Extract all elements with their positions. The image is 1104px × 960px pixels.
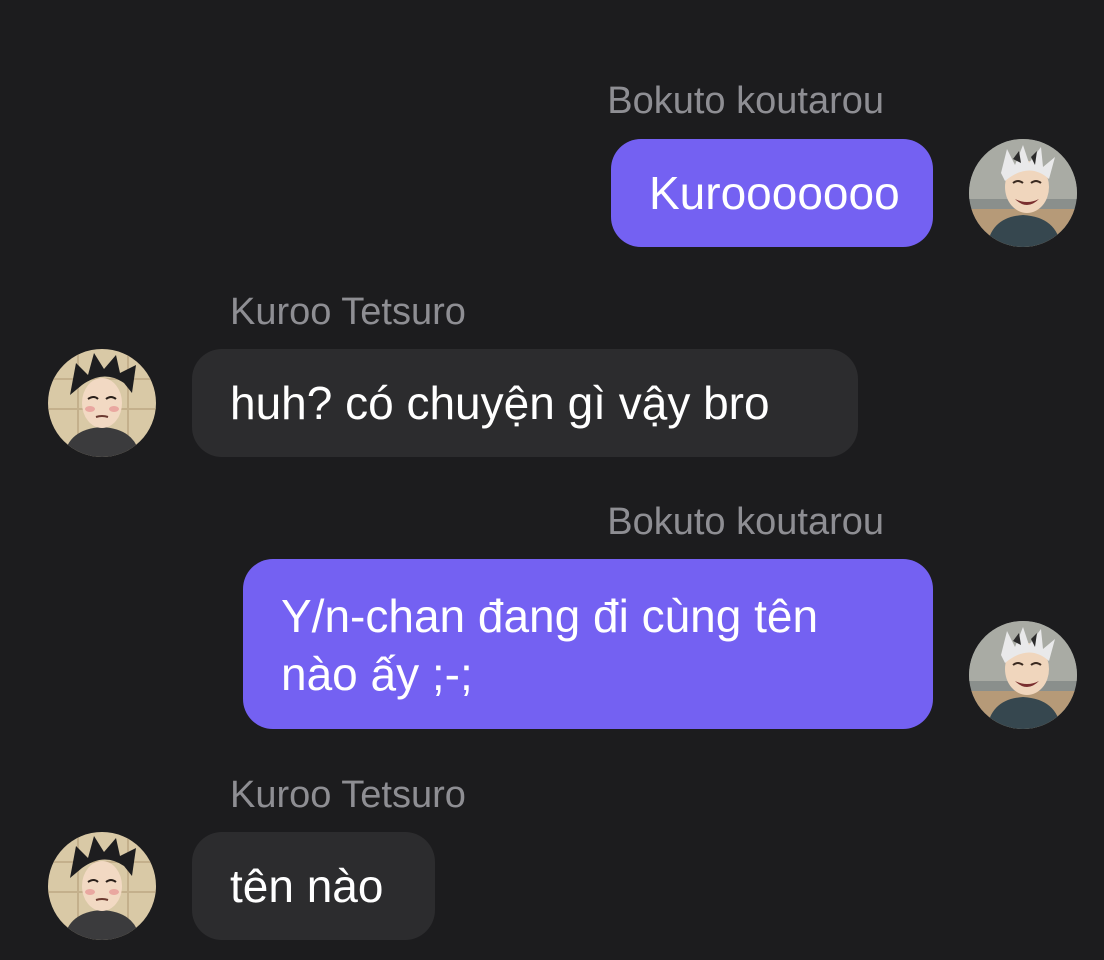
kuroo-avatar-image <box>48 832 156 940</box>
bokuto-avatar[interactable] <box>969 621 1077 729</box>
kuroo-avatar[interactable] <box>48 832 156 940</box>
message-text: huh? có chuyện gì vậy bro <box>230 377 770 429</box>
message-text: Kurooooooo <box>649 167 900 219</box>
message-bubble-incoming[interactable]: tên nào <box>192 832 435 940</box>
message-bubble-outgoing[interactable]: Y/n-chan đang đi cùng tên nào ấy ;-; <box>243 559 933 729</box>
message-text-line: Y/n-chan đang đi cùng tên <box>281 590 819 642</box>
sender-name: Bokuto koutarou <box>607 501 884 543</box>
message-bubble-outgoing[interactable]: Kurooooooo <box>611 139 933 247</box>
kuroo-avatar[interactable] <box>48 349 156 457</box>
bokuto-avatar-image <box>969 139 1077 247</box>
bokuto-avatar-image <box>969 621 1077 729</box>
message-text: tên nào <box>230 860 384 912</box>
bokuto-avatar[interactable] <box>969 139 1077 247</box>
kuroo-avatar-image <box>48 349 156 457</box>
message-bubble-incoming[interactable]: huh? có chuyện gì vậy bro <box>192 349 858 457</box>
sender-name: Kuroo Tetsuro <box>230 774 466 816</box>
chat-thread: Bokuto koutarou Kurooooooo Kuroo Tetsuro <box>0 0 1104 960</box>
sender-name: Bokuto koutarou <box>607 80 884 122</box>
message-text-line: nào ấy ;-; <box>281 648 473 700</box>
sender-name: Kuroo Tetsuro <box>230 291 466 333</box>
